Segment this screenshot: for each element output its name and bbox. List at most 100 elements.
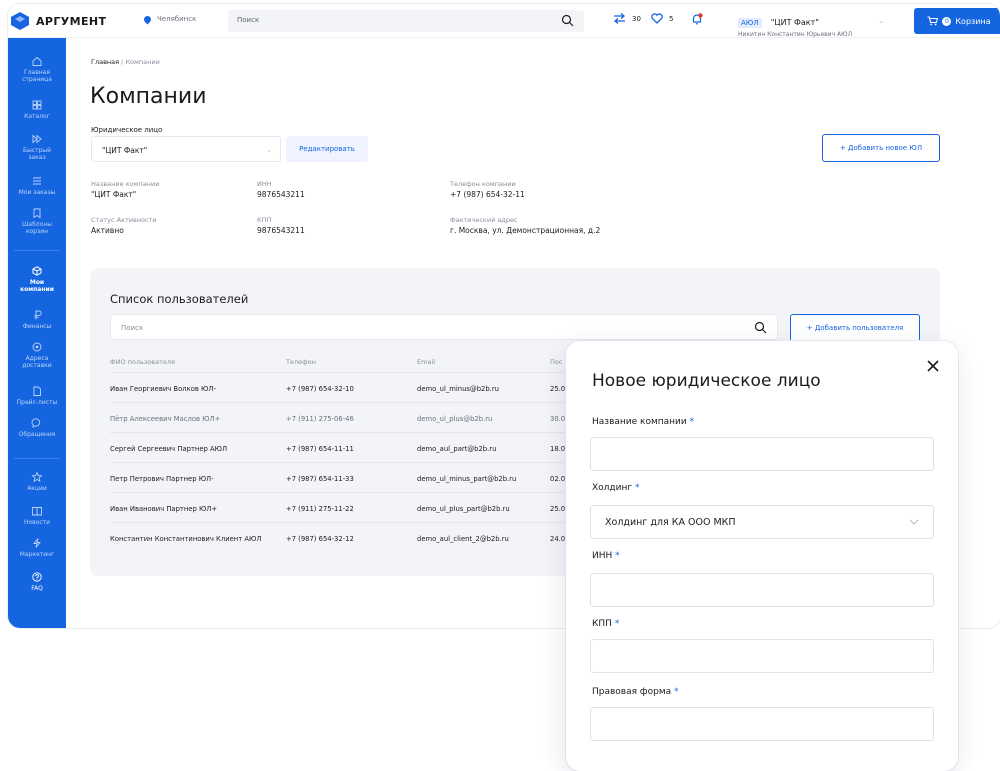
sidebar-item-label: Новости <box>23 519 51 526</box>
sidebar-divider <box>14 458 60 459</box>
status-label: Статус Активности <box>91 216 157 224</box>
company-name-input[interactable] <box>590 437 934 471</box>
faq-icon <box>32 572 42 582</box>
breadcrumb-home[interactable]: Главная <box>91 58 119 66</box>
sidebar-item-catalog[interactable]: Каталог <box>8 100 66 120</box>
chevron-down-icon <box>909 519 919 525</box>
user-phone-cell: +7 (987) 654-11-11 <box>286 445 354 453</box>
required-mark: * <box>614 619 620 629</box>
compare-button[interactable]: 30 <box>613 13 641 24</box>
add-user-button[interactable]: + Добавить пользователя <box>790 314 920 342</box>
sidebar-item-requests[interactable]: Обращения <box>8 418 66 438</box>
sidebar-item-home[interactable]: Главная страница <box>8 56 66 83</box>
field-label-text: Холдинг <box>592 483 633 493</box>
user-account[interactable]: АЮЛ "ЦИТ Факт" Никитин Константин Юрьеви… <box>738 10 852 38</box>
holding-field-label: Холдинг * <box>592 483 639 493</box>
cart-button[interactable]: 0 Корзина <box>914 8 1000 34</box>
fast-order-icon <box>32 134 42 144</box>
holding-select[interactable]: Холдинг для КА ООО МКП <box>590 505 934 539</box>
sidebar-item-cart-templates[interactable]: Шаблоны корзин <box>8 208 66 235</box>
compare-count: 30 <box>632 14 641 23</box>
user-name-cell: Иван Георгиевич Волков ЮЛ- <box>110 385 216 393</box>
city-selector[interactable]: Челябинск <box>142 14 197 24</box>
sidebar-item-label: доставки <box>22 362 52 369</box>
user-name-cell: Иван Иванович Партнер ЮЛ+ <box>110 505 218 513</box>
column-header-date: Пос <box>550 358 563 366</box>
requests-icon <box>31 418 41 428</box>
catalog-icon <box>32 100 42 110</box>
search-icon[interactable] <box>754 321 767 334</box>
kpp-input[interactable] <box>590 639 934 673</box>
promotions-icon <box>31 472 43 482</box>
legal-form-field-label: Правовая форма * <box>592 687 679 697</box>
sidebar-item-label: Каталог <box>24 113 50 120</box>
sidebar-item-label: Быстрый <box>22 147 52 154</box>
sidebar-item-faq[interactable]: FAQ <box>8 572 66 592</box>
notifications-button[interactable] <box>691 13 703 25</box>
required-mark: * <box>689 417 695 427</box>
logo[interactable]: АРГУМЕНТ <box>10 11 106 31</box>
favorites-button[interactable]: 5 <box>651 13 673 24</box>
companies-icon <box>32 266 42 276</box>
company-name-label: Название компании <box>91 180 160 188</box>
sidebar-item-label: Маркетинг <box>19 551 55 558</box>
legal-form-input[interactable] <box>590 707 934 741</box>
sidebar-item-fast-order[interactable]: Быстрый заказ <box>8 134 66 161</box>
company-name-value: "ЦИТ Факт" <box>91 190 137 199</box>
logo-text: АРГУМЕНТ <box>36 14 107 28</box>
top-bar: АРГУМЕНТ Челябинск Поиск 30 5 АЮЛ "ЦИТ Ф… <box>8 4 1000 38</box>
cart-count: 0 <box>942 16 952 26</box>
sidebar-item-news[interactable]: Новости <box>8 506 66 526</box>
legal-entity-value: "ЦИТ Факт" <box>102 146 148 155</box>
sidebar-item-marketing[interactable]: Маркетинг <box>8 538 66 558</box>
required-mark: * <box>615 551 620 561</box>
sidebar-item-label: Мои заказы <box>18 189 56 196</box>
inn-value: 9876543211 <box>257 190 305 199</box>
new-legal-entity-modal: Новое юридическое лицо Название компании… <box>566 341 958 771</box>
user-email-cell: demo_aul_client_2@b2b.ru <box>417 535 509 543</box>
sidebar-item-price-lists[interactable]: Прайс-листы <box>8 386 66 406</box>
legal-entity-select[interactable]: "ЦИТ Факт" ⌄ <box>91 136 281 162</box>
sidebar-item-label: Обращения <box>18 431 56 438</box>
field-label-text: КПП <box>592 619 612 629</box>
bell-icon <box>692 13 703 25</box>
cart-label: Корзина <box>955 16 991 26</box>
edit-button[interactable]: Редактировать <box>286 136 368 162</box>
close-icon[interactable] <box>926 359 940 373</box>
required-mark: * <box>634 483 640 493</box>
sidebar-item-promotions[interactable]: Акции <box>8 472 66 492</box>
chevron-down-icon[interactable]: ⌄ <box>878 16 885 25</box>
kpp-value: 9876543211 <box>257 226 305 235</box>
home-icon <box>32 56 42 66</box>
sidebar-item-addresses[interactable]: Адреса доставки <box>8 342 66 369</box>
add-legal-entity-button[interactable]: + Добавить новое ЮЛ <box>822 134 940 162</box>
sidebar-item-label: Прайс-листы <box>16 399 58 406</box>
price-lists-icon <box>33 386 41 396</box>
sidebar-item-finance[interactable]: Финансы <box>8 310 66 330</box>
user-name-cell: Пётр Алексеевич Маслов ЮЛ+ <box>110 415 221 423</box>
sidebar-item-label: Финансы <box>22 323 52 330</box>
user-date-cell: 02.0 <box>550 475 566 483</box>
sidebar-item-orders[interactable]: Мои заказы <box>8 176 66 196</box>
sidebar-item-label: Шаблоны <box>22 221 52 228</box>
company-name-field-label: Название компании * <box>592 417 694 427</box>
finance-icon <box>34 310 42 320</box>
phone-label: Телефон компании <box>450 180 516 188</box>
inn-input[interactable] <box>590 573 934 607</box>
sidebar-divider <box>14 250 60 251</box>
user-date-cell: 24.0 <box>550 535 566 543</box>
sidebar-item-label: заказ <box>28 154 46 161</box>
sidebar-item-companies[interactable]: Мои компании <box>8 266 66 293</box>
kpp-field-label: КПП * <box>592 619 619 629</box>
user-date-cell: 25.0 <box>550 385 566 393</box>
search-icon[interactable] <box>561 14 574 27</box>
legal-entity-label: Юридическое лицо <box>91 126 163 134</box>
user-name: Никитин Константин Юрьевич АЮЛ <box>738 31 853 38</box>
user-email-cell: demo_ul_minus@b2b.ru <box>417 385 499 393</box>
field-label-text: Название компании <box>592 417 687 427</box>
field-label-text: ИНН <box>592 551 613 561</box>
header-search[interactable]: Поиск <box>228 10 584 32</box>
city-name: Челябинск <box>157 15 197 23</box>
sidebar-item-label: Адреса <box>25 355 49 362</box>
users-search-input[interactable]: Поиск <box>110 314 778 340</box>
